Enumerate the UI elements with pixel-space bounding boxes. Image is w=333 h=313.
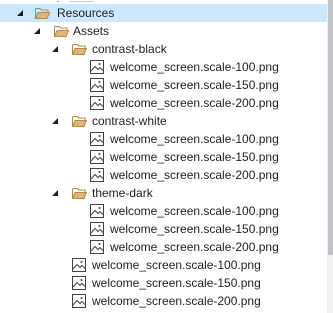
tree-file-row[interactable]: welcome_screen.scale-100.png — [0, 256, 327, 274]
tree-item-label: welcome_screen.scale-100.png — [92, 258, 261, 272]
tree-item-label: contrast-white — [92, 114, 167, 128]
image-file-icon — [89, 203, 105, 219]
image-file-icon — [89, 95, 105, 111]
folder-open-icon — [71, 185, 87, 201]
solution-explorer-tree[interactable]: Resources Assets contrast-black welcome_scr… — [0, 0, 327, 313]
image-file-icon — [89, 149, 105, 165]
folder-open-icon — [71, 41, 87, 57]
folder-open-icon — [71, 113, 87, 129]
tree-item-label: welcome_screen.scale-150.png — [110, 150, 279, 164]
expand-collapse-icon[interactable] — [50, 115, 60, 127]
tree-file-row[interactable]: welcome_screen.scale-150.png — [0, 274, 327, 292]
image-file-icon — [89, 59, 105, 75]
tree-folder-row[interactable]: Assets — [0, 22, 327, 40]
image-file-icon — [89, 221, 105, 237]
tree-file-row[interactable]: welcome_screen.scale-200.png — [0, 238, 327, 256]
previous-row-fragment — [56, 0, 96, 2]
scrollbar-thumb[interactable] — [328, 0, 333, 255]
tree-file-row[interactable]: welcome_screen.scale-150.png — [0, 148, 327, 166]
image-file-icon — [71, 275, 87, 291]
tree-folder-row[interactable]: contrast-black — [0, 40, 327, 58]
image-file-icon — [89, 131, 105, 147]
expand-collapse-icon[interactable] — [50, 187, 60, 199]
folder-open-icon — [34, 5, 50, 21]
image-file-icon — [89, 167, 105, 183]
tree-file-row[interactable]: welcome_screen.scale-200.png — [0, 94, 327, 112]
expand-collapse-icon[interactable] — [15, 7, 25, 19]
tree-folder-row[interactable]: Resources — [0, 4, 327, 22]
tree-item-label: welcome_screen.scale-200.png — [110, 240, 279, 254]
image-file-icon — [89, 77, 105, 93]
tree-file-row[interactable]: welcome_screen.scale-100.png — [0, 58, 327, 76]
tree-file-row[interactable]: welcome_screen.scale-100.png — [0, 130, 327, 148]
tree-item-label: welcome_screen.scale-200.png — [110, 168, 279, 182]
tree-file-row[interactable]: welcome_screen.scale-150.png — [0, 76, 327, 94]
tree-item-label: contrast-black — [92, 42, 167, 56]
tree-item-label: theme-dark — [92, 186, 153, 200]
folder-open-icon — [53, 23, 69, 39]
expand-collapse-icon[interactable] — [32, 25, 42, 37]
tree-item-label: welcome_screen.scale-100.png — [110, 204, 279, 218]
tree-item-label: welcome_screen.scale-150.png — [110, 222, 279, 236]
tree-folder-row[interactable]: contrast-white — [0, 112, 327, 130]
tree-item-label: welcome_screen.scale-100.png — [110, 60, 279, 74]
tree-item-label: welcome_screen.scale-200.png — [110, 96, 279, 110]
next-row-fragment — [56, 309, 70, 313]
image-file-icon — [89, 239, 105, 255]
tree-file-row[interactable]: welcome_screen.scale-150.png — [0, 220, 327, 238]
tree-item-label: Assets — [73, 24, 110, 38]
tree-file-row[interactable]: welcome_screen.scale-200.png — [0, 292, 327, 310]
tree-item-label: welcome_screen.scale-100.png — [110, 132, 279, 146]
tree-item-label: welcome_screen.scale-150.png — [92, 276, 261, 290]
expand-collapse-icon[interactable] — [50, 43, 60, 55]
tree-file-row[interactable]: welcome_screen.scale-200.png — [0, 166, 327, 184]
tree-item-label: welcome_screen.scale-150.png — [110, 78, 279, 92]
image-file-icon — [71, 257, 87, 273]
tree-item-label: Resources — [57, 6, 115, 20]
image-file-icon — [71, 293, 87, 309]
tree-item-label: welcome_screen.scale-200.png — [92, 294, 261, 308]
tree-folder-row[interactable]: theme-dark — [0, 184, 327, 202]
vertical-scrollbar[interactable] — [327, 0, 333, 313]
tree-file-row[interactable]: welcome_screen.scale-100.png — [0, 202, 327, 220]
